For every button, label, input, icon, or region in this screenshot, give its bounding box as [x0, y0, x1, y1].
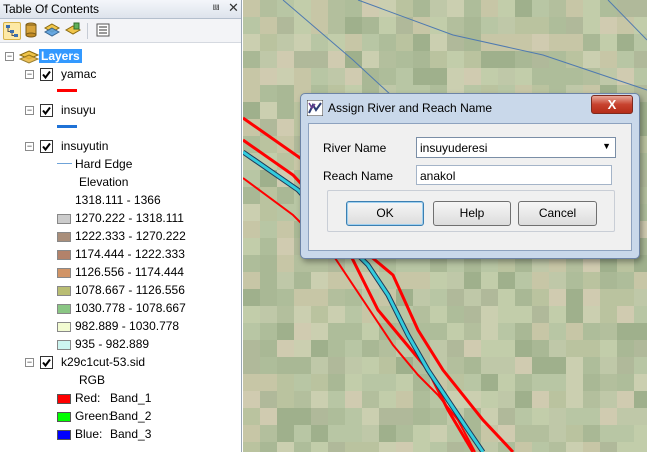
layers-root-label: Layers	[39, 49, 82, 63]
elevation-class-swatch	[57, 268, 71, 278]
dialog-titlebar[interactable]: Assign River and Reach Name X	[301, 94, 639, 122]
reach-name-value: anakol	[420, 169, 456, 183]
elevation-class-label: 1078.667 - 1126.556	[75, 283, 185, 297]
options-icon[interactable]	[95, 22, 113, 40]
elevation-class-swatch	[57, 286, 71, 296]
elevation-class-label: 1270.222 - 1318.111	[75, 211, 184, 225]
insuyu-line-symbol	[57, 125, 77, 128]
toc-toolbar	[0, 19, 241, 43]
table-of-contents-panel: Table Of Contents ⩏ ✕ − Layers − yamac −…	[0, 0, 242, 452]
assign-river-reach-dialog: Assign River and Reach Name X River Name…	[300, 93, 640, 259]
pin-icon[interactable]: ⩏	[213, 1, 219, 14]
layers-icon	[18, 49, 40, 68]
chevron-down-icon[interactable]: ▼	[602, 141, 611, 151]
elevation-class-label: 1126.556 - 1174.444	[75, 265, 184, 279]
elevation-class-swatch	[57, 304, 71, 314]
elevation-class-swatch	[57, 250, 71, 260]
elevation-class-swatch	[57, 340, 71, 350]
reach-name-label: Reach Name	[323, 169, 394, 183]
elevation-class-label: 1174.444 - 1222.333	[75, 247, 185, 261]
insuyutin-visibility-checkbox[interactable]	[40, 140, 53, 153]
elevation-class-label: 935 - 982.889	[75, 337, 150, 351]
elevation-class-label: 1222.333 - 1270.222	[75, 229, 186, 243]
green-band-prefix: Green:	[75, 409, 112, 423]
list-by-source-icon[interactable]	[23, 22, 41, 40]
insuyu-collapse-toggle[interactable]: −	[25, 106, 34, 115]
toolbar-separator	[87, 23, 88, 39]
red-band-name: Band_1	[110, 391, 152, 405]
elevation-class-label: 1318.111 - 1366	[75, 193, 161, 207]
dialog-title: Assign River and Reach Name	[328, 101, 493, 115]
green-band-name: Band_2	[110, 409, 152, 423]
insuyu-visibility-checkbox[interactable]	[40, 104, 53, 117]
reach-name-field[interactable]: anakol	[416, 165, 612, 185]
yamac-visibility-checkbox[interactable]	[40, 68, 53, 81]
hard-edge-label: Hard Edge	[75, 157, 133, 171]
list-by-selection-icon[interactable]	[65, 22, 83, 40]
layer-k29-label[interactable]: k29c1cut-53.sid	[61, 355, 145, 369]
ok-button[interactable]: OK	[346, 201, 424, 226]
cancel-button[interactable]: Cancel	[518, 201, 597, 226]
elevation-class-label: 982.889 - 1030.778	[75, 319, 180, 333]
layer-yamac-label[interactable]: yamac	[61, 67, 96, 81]
k29-visibility-checkbox[interactable]	[40, 356, 53, 369]
red-band-swatch	[57, 394, 71, 404]
k29-collapse-toggle[interactable]: −	[25, 358, 34, 367]
yamac-line-symbol	[57, 89, 77, 92]
dialog-body: River Name insuyuderesi ▼ Reach Name ana…	[308, 123, 632, 251]
dialog-close-button[interactable]: X	[591, 95, 633, 114]
elevation-class-swatch	[57, 214, 71, 224]
elevation-class-swatch	[57, 322, 71, 332]
toc-titlebar: Table Of Contents ⩏ ✕	[0, 0, 241, 19]
insuyutin-collapse-toggle[interactable]: −	[25, 142, 34, 151]
green-band-swatch	[57, 412, 71, 422]
river-name-combobox[interactable]: insuyuderesi ▼	[416, 137, 616, 158]
elevation-label: Elevation	[79, 175, 129, 189]
layers-root[interactable]: Layers	[39, 48, 82, 64]
blue-band-prefix: Blue:	[75, 427, 103, 441]
list-by-visibility-icon[interactable]	[44, 22, 62, 40]
layer-insuyu-label[interactable]: insuyu	[61, 103, 96, 117]
red-band-prefix: Red:	[75, 391, 101, 405]
elevation-class-swatch	[57, 196, 71, 206]
list-by-drawing-order-icon[interactable]	[3, 22, 21, 40]
blue-band-name: Band_3	[110, 427, 152, 441]
elevation-class-swatch	[57, 232, 71, 242]
toc-title: Table Of Contents	[3, 2, 100, 16]
elevation-class-label: 1030.778 - 1078.667	[75, 301, 186, 315]
blue-band-swatch	[57, 430, 71, 440]
yamac-collapse-toggle[interactable]: −	[25, 70, 34, 79]
river-name-value: insuyuderesi	[420, 141, 488, 155]
layers-collapse-toggle[interactable]: −	[5, 52, 14, 61]
hard-edge-line-symbol	[57, 163, 72, 164]
hecgeoras-icon	[306, 99, 324, 117]
river-name-label: River Name	[323, 141, 387, 155]
rgb-label: RGB	[79, 373, 106, 387]
close-icon[interactable]: ✕	[228, 0, 239, 16]
help-button[interactable]: Help	[433, 201, 511, 226]
layer-insuyutin-label[interactable]: insuyutin	[61, 139, 108, 153]
